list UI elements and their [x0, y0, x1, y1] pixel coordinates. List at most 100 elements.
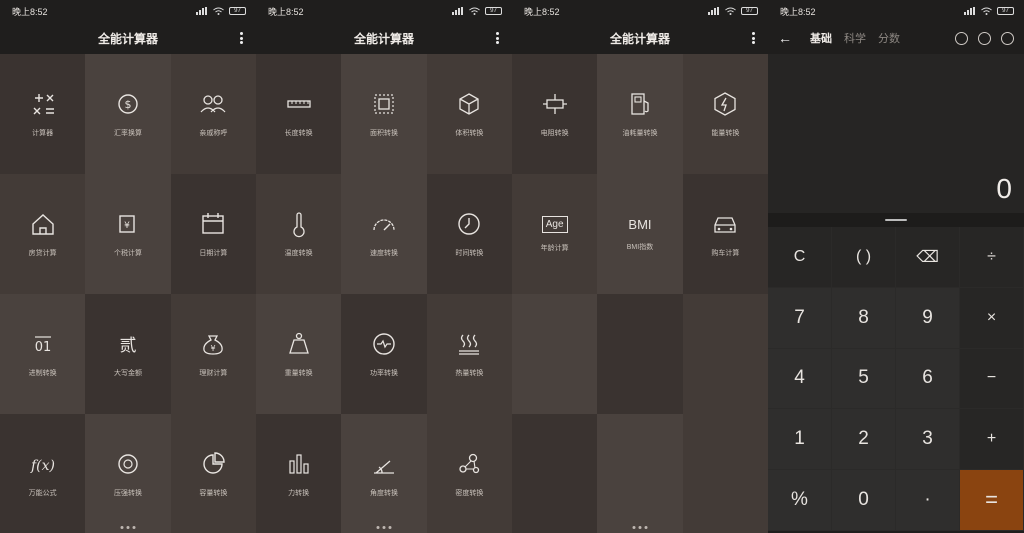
key-five-button[interactable]: 5 [832, 348, 896, 410]
tool-tile[interactable]: ¥ 理财计算 [170, 294, 256, 414]
more-dots-icon[interactable] [120, 526, 136, 529]
binary-icon: 01 [34, 336, 51, 355]
thermometer-icon [293, 212, 305, 238]
bmi-icon: BMI [628, 216, 652, 232]
key-plus-button[interactable]: + [960, 409, 1024, 471]
key-divide-button[interactable]: ÷ [960, 227, 1024, 288]
tool-label: 能量转换 [711, 130, 740, 137]
status-bar: 晚上8:52 97 [512, 0, 768, 22]
mode-tab-scientific[interactable]: 科学 [844, 30, 866, 46]
tool-tile[interactable]: 速度转换 [341, 174, 427, 294]
tool-grid: 计算器 $ 汇率换算 亲戚称呼 房贷计算 ¥ 个税计算 日期计算 01 进制转换 贰大写金额 ¥ 理财计… [0, 54, 256, 533]
money-bag-icon: ¥ [203, 335, 224, 355]
battery-icon: 97 [229, 7, 246, 15]
key-six-button[interactable]: 6 [896, 348, 960, 410]
tool-tile[interactable]: 贰大写金额 [85, 294, 171, 414]
key-percent-button[interactable]: % [768, 470, 832, 531]
tool-label: BMI指数 [626, 243, 654, 251]
tool-tile[interactable]: 亲戚称呼 [170, 54, 256, 174]
currency-exchange-icon: $ [118, 94, 138, 114]
key-seven-button[interactable]: 7 [768, 287, 832, 349]
tool-tile[interactable]: 油耗量转换 [597, 54, 683, 174]
key-zero-button[interactable]: 0 [832, 470, 896, 531]
empty-tile [512, 294, 598, 414]
empty-tile [512, 414, 598, 533]
more-menu-icon[interactable] [494, 30, 500, 46]
tool-tile[interactable]: 房贷计算 [0, 174, 86, 294]
battery-icon: 97 [997, 7, 1014, 15]
more-dots-icon[interactable] [376, 526, 392, 529]
key-two-button[interactable]: 2 [832, 409, 896, 471]
mode-tab-basic[interactable]: 基础 [810, 30, 832, 46]
more-menu-icon[interactable] [238, 30, 244, 46]
tool-label: 力转换 [288, 490, 310, 497]
tool-label: 理财计算 [199, 370, 228, 377]
tool-tile[interactable]: 角度转换 [341, 414, 427, 533]
tax-icon: ¥ [119, 215, 135, 233]
key-nine-button[interactable]: 9 [896, 287, 960, 349]
tool-tile[interactable]: 电阻转换 [512, 54, 598, 174]
tool-label: 大写金额 [113, 370, 142, 377]
tool-label: 温度转换 [284, 250, 313, 257]
tool-grid: 长度转换 面积转换 体积转换温度转换 速度转换 时间转换重量转换 功率转换 热量转换力转换 角… [256, 54, 512, 533]
status-time: 晚上8:52 [780, 6, 816, 17]
key-backspace-button[interactable]: ⌫ [896, 227, 960, 288]
tool-label: 亲戚称呼 [199, 130, 228, 137]
tools-screen-1: 晚上8:52 97 全能计算器 计算器 $ 汇率换算 亲戚称呼 房贷计算 ¥ 个税计算 日期计… [0, 0, 256, 533]
ruler-icon [287, 100, 311, 108]
back-arrow-icon[interactable]: ← [778, 30, 792, 46]
tool-tile[interactable]: 温度转换 [256, 174, 342, 294]
tool-label: 重量转换 [284, 370, 313, 377]
tool-tile[interactable]: 购车计算 [682, 174, 768, 294]
mode-tab-fraction[interactable]: 分数 [878, 30, 900, 46]
tool-tile[interactable]: 压强转换 [85, 414, 171, 533]
tool-tile[interactable]: $ 汇率换算 [85, 54, 171, 174]
tool-tile[interactable]: 时间转换 [426, 174, 512, 294]
tools-screen-3: 晚上8:52 97 全能计算器 电阻转换 油耗量转换 能量转换 Age 年龄计算 BMI B… [512, 0, 768, 533]
tool-tile[interactable]: 容量转换 [170, 414, 256, 533]
tool-tile[interactable]: 日期计算 [170, 174, 256, 294]
tool-tile[interactable]: 长度转换 [256, 54, 342, 174]
key-three-button[interactable]: 3 [896, 409, 960, 471]
svg-text:$: $ [124, 98, 131, 111]
svg-text:贰: 贰 [119, 336, 136, 356]
key-eight-button[interactable]: 8 [832, 287, 896, 349]
app-title: 全能计算器 [609, 31, 670, 46]
tool-tile[interactable]: BMI BMI指数 [597, 174, 683, 294]
svg-text:¥: ¥ [211, 344, 216, 353]
tool-tile[interactable]: 重量转换 [256, 294, 342, 414]
key-multiply-button[interactable]: × [960, 287, 1024, 349]
tool-label: 热量转换 [455, 370, 484, 377]
tool-tile[interactable]: 功率转换 [341, 294, 427, 414]
tool-tile[interactable]: Age 年龄计算 [512, 174, 598, 294]
car-icon [714, 217, 736, 233]
key-parentheses-button[interactable]: ( ) [832, 227, 896, 288]
tool-tile[interactable]: 01 进制转换 [0, 294, 86, 414]
tool-tile[interactable]: 热量转换 [426, 294, 512, 414]
fuel-icon [631, 93, 649, 115]
theme-icon[interactable] [955, 31, 968, 45]
tool-tile[interactable]: 密度转换 [426, 414, 512, 533]
tool-tile[interactable]: 面积转换 [341, 54, 427, 174]
drag-handle[interactable] [768, 213, 1024, 227]
tool-tile[interactable]: ¥ 个税计算 [85, 174, 171, 294]
more-menu-icon[interactable] [750, 30, 756, 46]
key-minus-button[interactable]: − [960, 348, 1024, 410]
tool-tile[interactable]: 体积转换 [426, 54, 512, 174]
tool-tile[interactable]: 能量转换 [682, 54, 768, 174]
app-bar: 全能计算器 [512, 22, 768, 54]
settings-icon[interactable] [978, 31, 991, 45]
tool-tile[interactable]: f(x) 万能公式 [0, 414, 86, 533]
wifi-icon [213, 7, 224, 15]
tool-tile[interactable]: 力转换 [256, 414, 342, 533]
key-four-button[interactable]: 4 [768, 348, 832, 410]
more-dots-icon[interactable] [632, 526, 648, 529]
battery-icon: 97 [741, 7, 758, 15]
tool-label: 计算器 [32, 130, 54, 137]
key-clear-button[interactable]: C [768, 227, 832, 288]
tool-tile[interactable]: 计算器 [0, 54, 86, 174]
key-one-button[interactable]: 1 [768, 409, 832, 471]
key-decimal-button[interactable]: · [896, 470, 960, 531]
sound-icon[interactable] [1001, 31, 1014, 45]
key-equals-button[interactable]: = [960, 470, 1024, 531]
